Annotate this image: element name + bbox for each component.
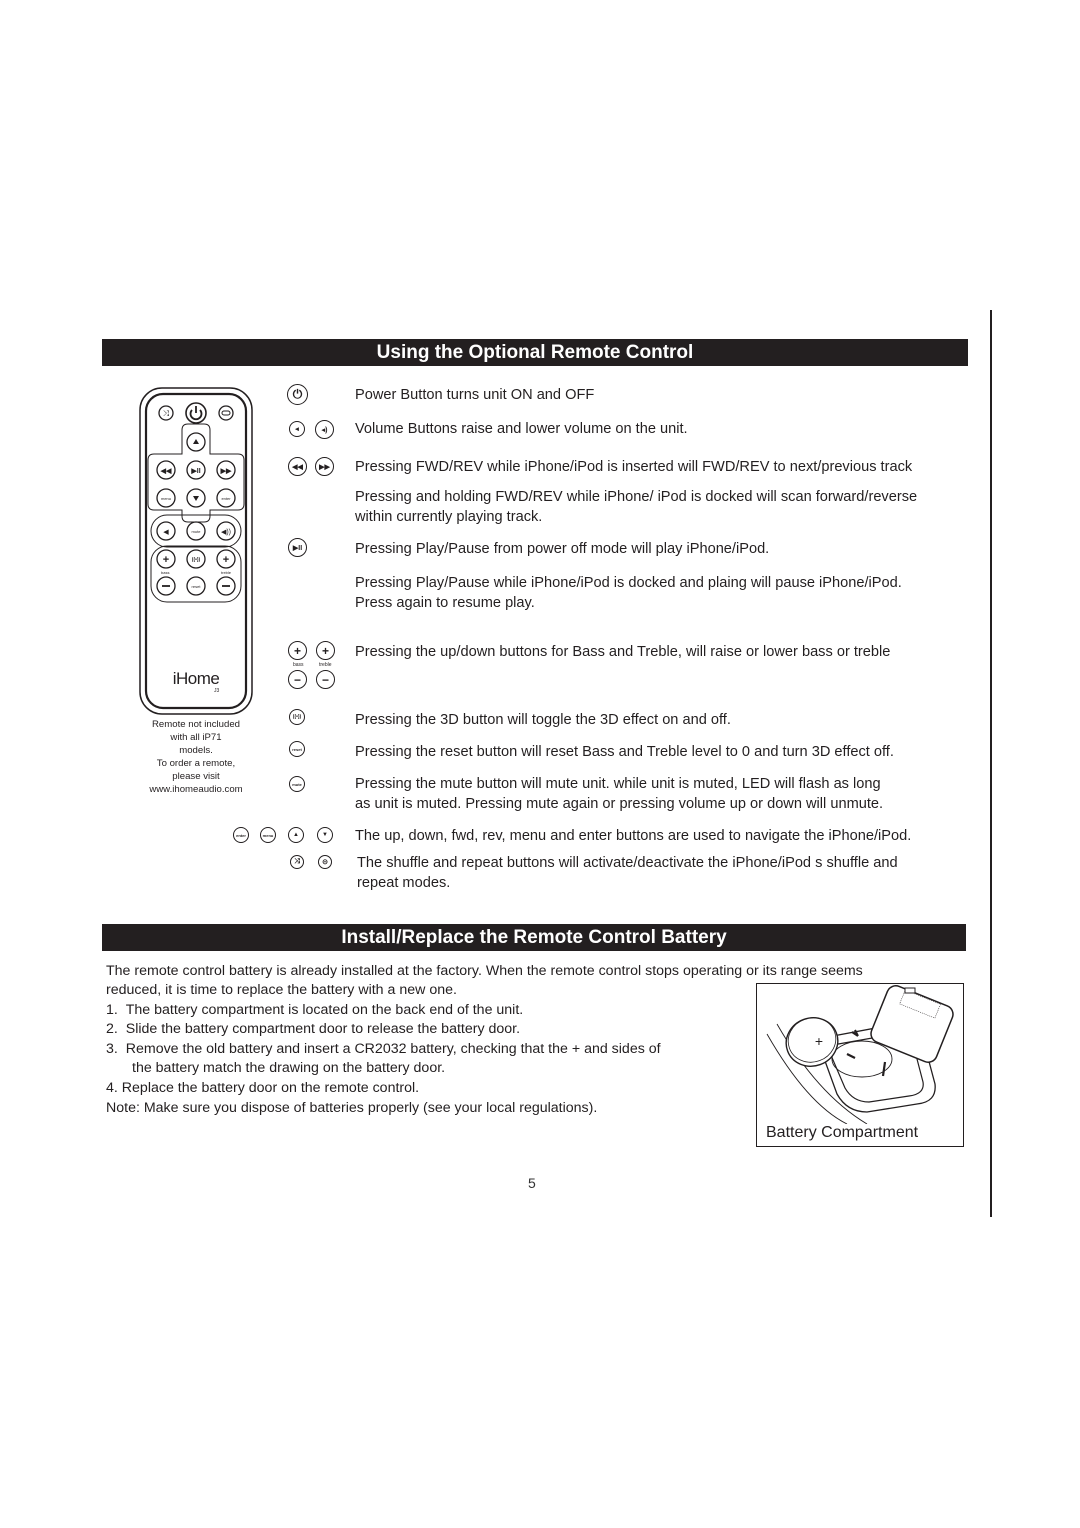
desc-power: Power Button turns unit ON and OFF — [355, 387, 595, 403]
reset-icon: reset — [289, 741, 305, 757]
desc-reset: Pressing the reset button will reset Bas… — [355, 744, 894, 760]
page-edge-rule — [990, 310, 992, 1217]
step-1: 1. The battery compartment is located on… — [106, 1002, 524, 1018]
desc-mute-2: as unit is muted. Pressing mute again or… — [355, 796, 884, 812]
remote-repeat-button — [218, 405, 234, 421]
treble-plus-icon: + — [316, 641, 335, 660]
svg-text:enter: enter — [221, 496, 231, 501]
desc-volume: Volume Buttons raise and lower volume on… — [355, 421, 688, 437]
bass-plus-icon: + — [288, 641, 307, 660]
3d-icon: ((•)) — [289, 709, 305, 725]
svg-text:mute: mute — [192, 529, 202, 534]
svg-text:menu: menu — [161, 496, 171, 501]
desc-shuffle-repeat-2: repeat modes. — [357, 875, 451, 891]
svg-text:▶▶: ▶▶ — [220, 468, 232, 475]
enter-icon: enter — [233, 827, 249, 843]
svg-text:treble: treble — [221, 570, 232, 575]
section-title-remote: Using the Optional Remote Control — [102, 339, 968, 366]
step-4: 4. Replace the battery door on the remot… — [106, 1080, 420, 1096]
remote-brand-logo: iHome — [173, 669, 220, 688]
treble-label: treble — [319, 662, 332, 668]
treble-minus-icon: − — [316, 670, 335, 689]
svg-text:+: + — [223, 554, 229, 566]
section-title-battery: Install/Replace the Remote Control Batte… — [102, 924, 966, 951]
battery-intro-1: The remote control battery is already in… — [106, 963, 863, 979]
mute-icon: mute — [289, 776, 305, 792]
svg-text:J3: J3 — [214, 688, 220, 694]
down-icon: ▼ — [317, 827, 333, 843]
power-icon: ⏻ — [287, 384, 308, 405]
svg-text:((•)): ((•)) — [192, 557, 201, 563]
fast-forward-icon: ▶▶ — [315, 457, 334, 476]
play-pause-icon: ▶II — [288, 538, 307, 557]
up-icon: ▲ — [288, 827, 304, 843]
desc-play-pause-docked-1: Pressing Play/Pause while iPhone/iPod is… — [355, 575, 902, 591]
desc-play-pause: Pressing Play/Pause from power off mode … — [355, 541, 770, 557]
svg-text:bass: bass — [161, 570, 169, 575]
desc-shuffle-repeat-1: The shuffle and repeat buttons will acti… — [357, 855, 898, 871]
desc-bass-treble: Pressing the up/down buttons for Bass an… — [355, 644, 891, 660]
battery-intro-2: reduced, it is time to replace the batte… — [106, 982, 457, 998]
battery-compartment-drawing: + — [766, 985, 954, 1125]
website-link[interactable]: www.ihomeaudio.com — [140, 783, 252, 796]
repeat-icon: ⊝ — [318, 855, 332, 869]
desc-3d: Pressing the 3D button will toggle the 3… — [355, 712, 731, 728]
page-number: 5 — [528, 1175, 536, 1191]
volume-up-icon: ◂) — [315, 420, 334, 439]
step-2: 2. Slide the battery compartment door to… — [106, 1021, 521, 1037]
disposal-note: Note: Make sure you dispose of batteries… — [106, 1100, 598, 1116]
svg-text:◀: ◀ — [163, 529, 169, 536]
desc-fwd-rev: Pressing FWD/REV while iPhone/iPod is in… — [355, 459, 913, 475]
svg-text:◀◀: ◀◀ — [160, 468, 172, 475]
figure-caption: Battery Compartment — [766, 1124, 919, 1141]
desc-fwd-rev-hold-2: within currently playing track. — [355, 509, 543, 525]
desc-play-pause-docked-2: Press again to resume play. — [355, 595, 535, 611]
svg-text:reset: reset — [192, 584, 202, 589]
battery-door — [870, 985, 954, 1063]
svg-text:+: + — [815, 1033, 823, 1049]
desc-navigation: The up, down, fwd, rev, menu and enter b… — [355, 828, 912, 844]
svg-text:◀)): ◀)) — [221, 529, 231, 536]
bass-minus-icon: − — [288, 670, 307, 689]
remote-illustration: ⤨ ◀◀ ▶II ▶▶ menu enter ◀ mute ◀)) + ((•)… — [139, 387, 253, 715]
remote-availability-note: Remote not included with all iP71 models… — [140, 718, 252, 796]
svg-text:⤨: ⤨ — [163, 409, 170, 418]
svg-text:▶II: ▶II — [190, 468, 200, 475]
bass-label: bass — [293, 662, 304, 668]
shuffle-icon: ⤨ — [290, 855, 304, 869]
step-3: 3. Remove the old battery and insert a C… — [106, 1041, 661, 1057]
desc-fwd-rev-hold-1: Pressing and holding FWD/REV while iPhon… — [355, 489, 918, 505]
svg-text:+: + — [163, 554, 169, 566]
step-3-cont: the battery match the drawing on the bat… — [132, 1060, 446, 1076]
battery-compartment-figure: + — [756, 983, 964, 1147]
volume-down-icon: ◂ — [289, 421, 305, 437]
desc-mute-1: Pressing the mute button will mute unit.… — [355, 776, 881, 792]
rewind-icon: ◀◀ — [288, 457, 307, 476]
menu-icon: menu — [260, 827, 276, 843]
